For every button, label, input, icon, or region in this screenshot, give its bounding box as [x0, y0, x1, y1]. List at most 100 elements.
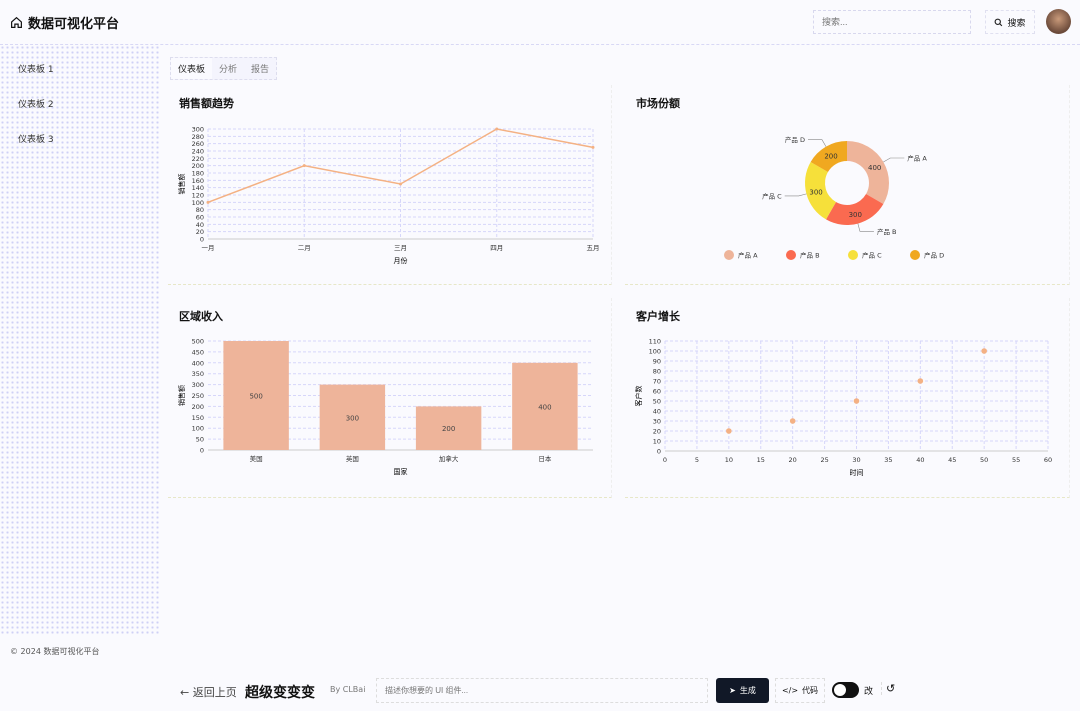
- y-tick-label: 80: [196, 206, 204, 214]
- data-point: [495, 127, 499, 131]
- slice-value-label: 300: [849, 211, 862, 219]
- y-tick-label: 250: [192, 392, 204, 400]
- x-tick-label: 二月: [298, 244, 311, 252]
- sidebar: 仪表板 1 仪表板 2 仪表板 3: [0, 45, 160, 635]
- sidebar-item-dashboard-1[interactable]: 仪表板 1: [18, 62, 54, 75]
- footer-copyright: © 2024 数据可视化平台: [10, 647, 100, 656]
- y-tick-label: 300: [192, 381, 204, 389]
- y-tick-label: 280: [192, 133, 204, 141]
- slice-name-label: 产品 C: [762, 191, 782, 200]
- tab-analysis[interactable]: 分析: [212, 58, 244, 79]
- prompt-input[interactable]: [376, 678, 708, 703]
- legend-label: 产品 A: [738, 251, 758, 260]
- legend-label: 产品 B: [800, 251, 820, 260]
- y-tick-label: 120: [192, 192, 204, 200]
- search-button[interactable]: 搜索: [985, 10, 1035, 34]
- label-leader-line: [808, 139, 827, 147]
- pie-chart: 400 产品 A 300 产品 B 300 产品 C 200 产品 D 产品 A 产品 B 产品 C…: [724, 135, 944, 260]
- label-leader-line: [784, 193, 807, 197]
- legend-swatch: [910, 250, 920, 260]
- y-tick-label: 60: [653, 388, 661, 396]
- y-tick-label: 500: [192, 338, 204, 346]
- y-tick-label: 220: [192, 155, 204, 163]
- y-tick-label: 40: [196, 221, 204, 229]
- search-button-label: 搜索: [1007, 18, 1026, 29]
- region-revenue-card: 区域收入 0 50 100 150 200 250 300 350 400 450 500 美国 英国加…: [168, 298, 612, 498]
- back-button[interactable]: ← 返回上页: [180, 684, 237, 700]
- x-tick-label: 35: [884, 456, 892, 464]
- arrow-left-icon: ←: [180, 686, 190, 699]
- sidebar-item-dashboard-2[interactable]: 仪表板 2: [18, 97, 54, 110]
- y-tick-label: 160: [192, 177, 204, 185]
- x-tick-label: 15: [757, 456, 765, 464]
- customer-growth-card: 客户增长 0 10 20 30 40 50 60 70 80 90 100 110 0 5 10 15 20 25…: [625, 298, 1070, 498]
- app-logo[interactable]: 数据可视化平台: [10, 13, 119, 32]
- x-tick-label: 45: [948, 456, 956, 464]
- history-icon[interactable]: ↺: [881, 682, 895, 695]
- slice-name-label: 产品 D: [785, 135, 805, 144]
- y-tick-label: 300: [192, 126, 204, 134]
- brand-author: By CLBai: [330, 685, 366, 694]
- label-leader-line: [883, 157, 905, 163]
- back-label: 返回上页: [192, 686, 237, 699]
- bar-value-label: 400: [538, 403, 551, 411]
- x-tick-label: 加拿大: [439, 454, 459, 463]
- y-tick-label: 140: [192, 184, 204, 192]
- y-axis-label: 客户数: [634, 386, 643, 407]
- y-tick-label: 20: [653, 428, 661, 436]
- y-tick-label: 100: [192, 199, 204, 207]
- scatter-point: [726, 428, 732, 434]
- x-tick-label: 一月: [202, 244, 215, 252]
- y-tick-label: 70: [653, 378, 661, 386]
- edit-toggle[interactable]: [832, 682, 859, 698]
- tab-dashboard[interactable]: 仪表板: [171, 58, 213, 79]
- y-tick-label: 90: [653, 358, 661, 366]
- y-tick-label: 240: [192, 148, 204, 156]
- sidebar-item-dashboard-3[interactable]: 仪表板 3: [18, 132, 54, 145]
- x-tick-label: 30: [852, 456, 860, 464]
- toggle-label: 改: [864, 687, 874, 697]
- x-tick-label: 0: [663, 456, 667, 464]
- brand-name: 超级变变变: [245, 685, 315, 701]
- search-input[interactable]: [813, 10, 971, 34]
- code-label: 代码: [802, 686, 819, 695]
- y-tick-label: 0: [200, 447, 204, 455]
- y-tick-label: 30: [653, 418, 661, 426]
- pie-slice: [847, 141, 889, 204]
- x-tick-label: 5: [695, 456, 699, 464]
- y-tick-label: 100: [192, 425, 204, 433]
- avatar[interactable]: [1046, 9, 1071, 34]
- slice-value-label: 400: [868, 164, 881, 172]
- x-tick-label: 20: [789, 456, 797, 464]
- y-tick-label: 150: [192, 414, 204, 422]
- y-tick-label: 0: [657, 448, 661, 456]
- legend-swatch: [848, 250, 858, 260]
- tab-reports[interactable]: 报告: [244, 58, 276, 79]
- x-tick-label: 四月: [490, 244, 503, 252]
- bar-value-label: 200: [442, 425, 455, 433]
- code-button[interactable]: </> 代码: [775, 678, 825, 703]
- code-icon: </>: [781, 686, 799, 695]
- legend-swatch: [786, 250, 796, 260]
- y-tick-label: 50: [653, 398, 661, 406]
- y-tick-label: 20: [196, 228, 204, 236]
- x-tick-label: 美国: [250, 454, 263, 463]
- data-point: [399, 182, 402, 186]
- legend-swatch: [724, 250, 734, 260]
- y-tick-label: 110: [649, 338, 661, 346]
- market-share-card: 市场份额 400 产品 A 300 产品 B 300 产品 C 200 产品 D 产品 A 产品 …: [625, 85, 1070, 285]
- scatter-point: [853, 398, 860, 404]
- x-tick-label: 英国: [346, 454, 359, 463]
- y-tick-label: 350: [192, 370, 204, 378]
- x-tick-label: 10: [725, 456, 733, 464]
- slice-value-label: 300: [809, 188, 822, 196]
- generate-button[interactable]: ➤ 生成: [716, 678, 769, 703]
- x-tick-label: 40: [916, 456, 924, 464]
- x-tick-label: 25: [820, 456, 828, 464]
- line-chart: 0204060801001201401601802002202402602803…: [177, 126, 600, 266]
- y-tick-label: 200: [192, 162, 204, 170]
- bar-chart: 0 50 100 150 200 250 300 350 400 450 500 美国 英国 加拿大 日本国…: [177, 338, 593, 476]
- y-tick-label: 0: [200, 236, 204, 244]
- x-tick-label: 50: [980, 456, 988, 464]
- y-tick-label: 260: [192, 140, 204, 148]
